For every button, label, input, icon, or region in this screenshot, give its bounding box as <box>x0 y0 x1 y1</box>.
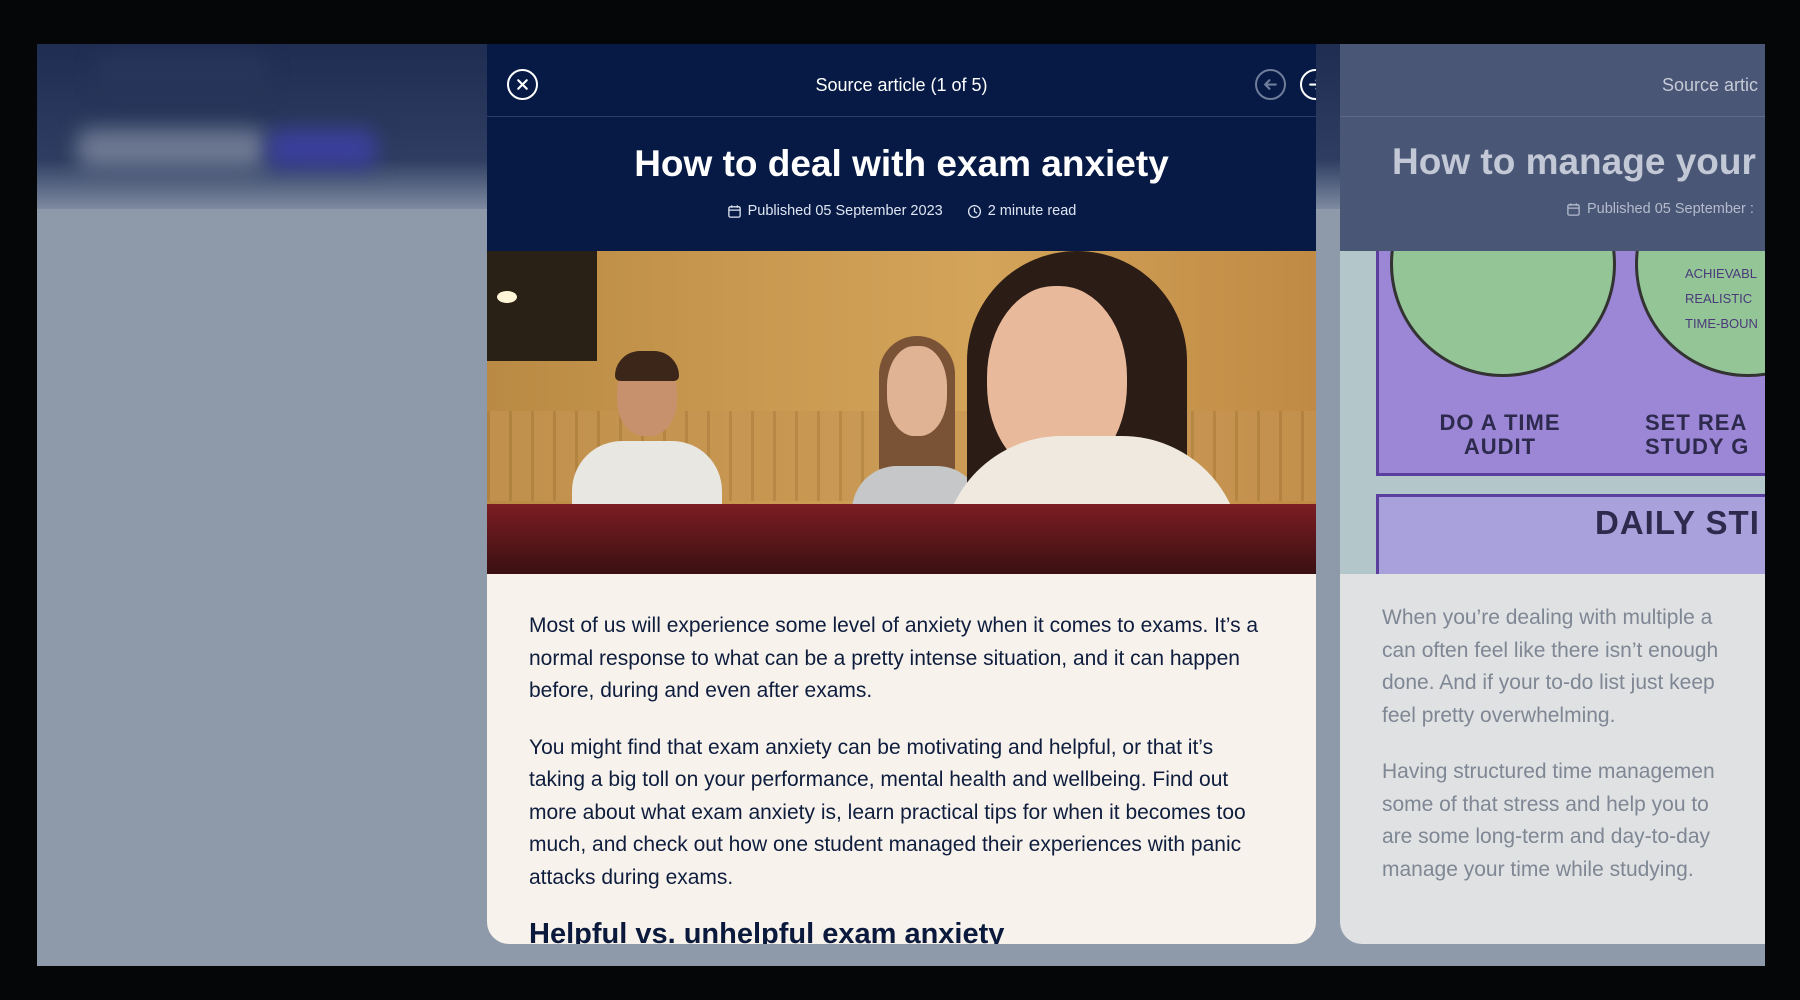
next-article-counter: Source artic <box>1662 75 1759 95</box>
illustration-list: ACHIEVABL REALISTIC TIME-BOUN <box>1685 266 1758 331</box>
article-paragraph: Most of us will experience some level of… <box>529 614 1259 702</box>
arrow-left-icon <box>1264 79 1277 90</box>
viewer-toolbar: Source article (1 of 5) <box>487 44 1316 117</box>
article-header: Source article (1 of 5) How to deal with… <box>487 44 1316 251</box>
read-time-text: 2 minute read <box>987 203 1077 219</box>
arrow-right-icon <box>1309 79 1316 90</box>
calendar-icon <box>1567 202 1580 216</box>
publish-date: Published 05 September 2023 <box>727 203 943 219</box>
next-article-illustration: ACHIEVABL REALISTIC TIME-BOUN DO A TIME … <box>1340 251 1765 574</box>
next-article-title: How to manage your <box>1392 141 1756 182</box>
publish-date-text: Published 05 September 2023 <box>747 203 943 219</box>
background-blur-block <box>267 129 377 169</box>
article-meta: Published 05 September 2023 2 minute rea… <box>487 203 1316 219</box>
article-title: How to deal with exam anxiety <box>634 143 1169 184</box>
next-article-date: Published 05 September : <box>1566 201 1754 217</box>
app-screen: Source article (1 of 5) How to deal with… <box>37 44 1765 966</box>
article-paragraph: You might find that exam anxiety can be … <box>529 735 1246 889</box>
calendar-icon <box>727 204 741 218</box>
next-article-date-text: Published 05 September : <box>1587 201 1754 217</box>
article-counter: Source article (1 of 5) <box>815 75 988 95</box>
article-body: Most of us will experience some level of… <box>487 574 1316 944</box>
illustration-label: DAILY STI <box>1595 504 1760 541</box>
next-article-paragraph: When you’re dealing with multiple a can … <box>1382 606 1719 727</box>
clock-icon <box>967 204 981 218</box>
article-hero-photo <box>487 251 1316 574</box>
illustration-label: DO A TIME AUDIT <box>1439 410 1561 459</box>
article-subheading: Helpful vs. unhelpful exam anxiety <box>529 918 1005 944</box>
next-article-header: Source artic How to manage your Publishe… <box>1340 44 1765 251</box>
illustration-label: SET REA STUDY G <box>1645 410 1750 459</box>
article-card: Source article (1 of 5) How to deal with… <box>487 44 1316 944</box>
next-article-card[interactable]: Source artic How to manage your Publishe… <box>1340 44 1765 944</box>
next-article-paragraph: Having structured time managemen some of… <box>1382 760 1715 881</box>
next-article-toolbar: Source artic <box>1340 44 1765 117</box>
next-article-body: When you’re dealing with multiple a can … <box>1340 574 1765 886</box>
previous-article-button[interactable] <box>1255 69 1286 100</box>
read-time: 2 minute read <box>967 203 1077 219</box>
background-blur-block <box>97 54 267 94</box>
background-blur-block <box>77 129 267 169</box>
